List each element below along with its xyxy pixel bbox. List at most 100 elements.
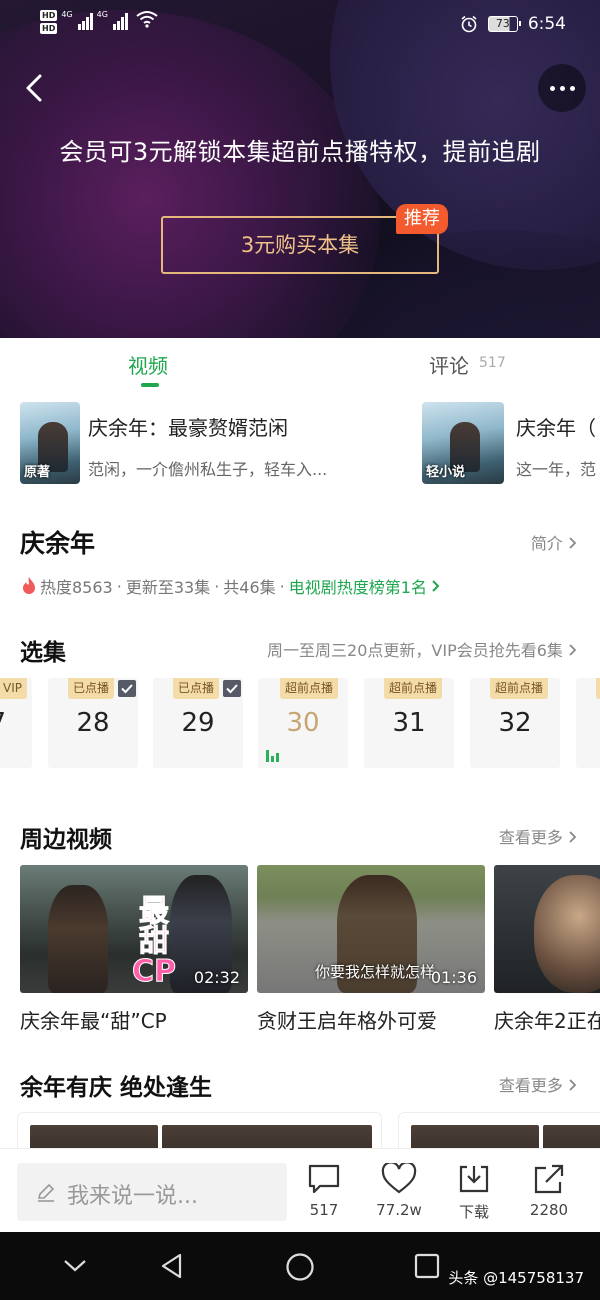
video-card[interactable]: 庆余年2正在 bbox=[494, 865, 600, 1034]
video-card[interactable]: 你要我怎样就怎样 01:36 贪财王启年格外可爱 bbox=[257, 865, 485, 1034]
related-book-card[interactable]: 轻小说 庆余年（ 这一年，范 bbox=[422, 402, 600, 484]
episode-badge: VIP bbox=[0, 678, 27, 699]
download-label: 下载 bbox=[458, 1203, 489, 1221]
schedule-text: 周一至周三20点更新，VIP会员抢先看6集 bbox=[267, 641, 563, 660]
video-duration: 02:32 bbox=[193, 968, 240, 987]
flame-icon bbox=[23, 577, 35, 594]
view-more-label: 查看更多 bbox=[498, 1076, 563, 1095]
alarm-icon bbox=[461, 15, 477, 33]
related-book-card[interactable]: 原著 庆余年：最豪赘婿范闲 范闲，一介儋州私生子，轻车入... bbox=[20, 402, 400, 484]
share-button[interactable]: 2280 bbox=[519, 1163, 579, 1219]
playing-icon bbox=[266, 748, 279, 762]
episode-badge: 已点播 bbox=[68, 678, 115, 699]
chevron-right-icon bbox=[569, 1079, 577, 1091]
total-episodes: 共46集 bbox=[223, 578, 276, 597]
bottom-action-bar: 我来说一说... 517 77.2w 下载 2280 bbox=[0, 1148, 600, 1232]
chevron-right-icon bbox=[569, 644, 577, 656]
nav-back-icon[interactable] bbox=[158, 1252, 186, 1280]
episode-number: 30 bbox=[286, 708, 320, 738]
dot-icon bbox=[549, 85, 555, 91]
tab-indicator bbox=[141, 383, 159, 387]
chevron-right-icon bbox=[432, 580, 440, 592]
network-type: 4G bbox=[61, 10, 73, 19]
book-title: 庆余年：最豪赘婿范闲 bbox=[88, 416, 288, 440]
comment-input[interactable]: 我来说一说... bbox=[17, 1163, 287, 1221]
view-more-link[interactable]: 查看更多 bbox=[499, 1072, 578, 1096]
tab-video[interactable]: 视频 bbox=[128, 350, 168, 379]
episode-item[interactable] bbox=[576, 678, 600, 768]
episode-item-current[interactable]: 超前点播 30 bbox=[258, 678, 348, 768]
nav-recents-icon[interactable] bbox=[414, 1253, 440, 1279]
intro-link[interactable]: 简介 bbox=[531, 530, 578, 554]
episode-item[interactable]: 已点播 29 bbox=[153, 678, 243, 768]
book-cover: 原著 bbox=[20, 402, 80, 484]
separator: · bbox=[116, 576, 122, 596]
wifi-icon bbox=[136, 11, 158, 28]
episode-item[interactable]: 超前点播 32 bbox=[470, 678, 560, 768]
unlock-promo-text: 会员可3元解锁本集超前点播特权，提前追剧 bbox=[59, 138, 541, 166]
heart-icon bbox=[381, 1163, 417, 1194]
thumbnail-caption: 最甜CP bbox=[132, 894, 177, 989]
comments-button[interactable]: 517 bbox=[294, 1163, 354, 1219]
check-icon bbox=[223, 680, 241, 697]
watermark: 头条 @145758137 bbox=[448, 1269, 584, 1287]
video-title: 贪财王启年格外可爱 bbox=[257, 1009, 437, 1033]
book-description: 这一年，范 bbox=[516, 460, 597, 479]
video-title: 庆余年最“甜”CP bbox=[20, 1009, 167, 1033]
view-more-label: 查看更多 bbox=[498, 828, 563, 847]
download-button[interactable]: 下载 bbox=[444, 1163, 504, 1222]
signal-icon bbox=[112, 10, 128, 30]
nearby-videos-heading: 周边视频 bbox=[20, 827, 112, 853]
show-title: 庆余年 bbox=[20, 529, 96, 558]
back-arrow-icon bbox=[26, 74, 42, 102]
share-count: 2280 bbox=[529, 1201, 569, 1219]
video-duration: 01:36 bbox=[430, 968, 477, 987]
section-heading: 余年有庆 绝处逢生 bbox=[20, 1075, 213, 1101]
recommend-badge: 推荐 bbox=[396, 204, 448, 234]
separator: · bbox=[279, 576, 285, 596]
system-nav-bar: 头条 @145758137 bbox=[0, 1232, 600, 1300]
episode-number: 31 bbox=[392, 708, 426, 738]
separator: · bbox=[214, 576, 220, 596]
check-icon bbox=[118, 680, 136, 697]
like-button[interactable]: 77.2w bbox=[369, 1163, 429, 1219]
share-icon bbox=[534, 1164, 564, 1194]
hd-indicator: HD bbox=[40, 10, 58, 21]
ranking-link[interactable]: 电视剧热度榜第1名 bbox=[289, 574, 427, 598]
episode-item[interactable]: VIP 7 bbox=[0, 678, 32, 768]
episode-number: 7 bbox=[0, 708, 6, 738]
episode-badge: 超前点播 bbox=[280, 678, 339, 699]
more-options-button[interactable] bbox=[538, 64, 586, 112]
dot-icon bbox=[569, 85, 575, 91]
dot-icon bbox=[559, 85, 565, 91]
episode-item[interactable]: 超前点播 31 bbox=[364, 678, 454, 768]
episodes-heading: 选集 bbox=[20, 640, 66, 666]
tab-bar: 视频 评论 517 bbox=[0, 338, 600, 390]
book-cover: 轻小说 bbox=[422, 402, 504, 484]
back-button[interactable] bbox=[18, 70, 54, 106]
nav-collapse-icon[interactable] bbox=[62, 1258, 88, 1274]
download-icon bbox=[459, 1165, 489, 1193]
view-more-link[interactable]: 查看更多 bbox=[499, 824, 578, 848]
video-card[interactable]: 最甜CP 02:32 庆余年最“甜”CP bbox=[20, 865, 248, 1034]
nav-home-icon[interactable] bbox=[285, 1252, 315, 1282]
episodes-schedule[interactable]: 周一至周三20点更新，VIP会员抢先看6集 bbox=[267, 637, 578, 661]
episode-badge: 已点播 bbox=[173, 678, 220, 699]
intro-label: 简介 bbox=[530, 534, 563, 553]
episode-item[interactable]: 已点播 28 bbox=[48, 678, 138, 768]
signal-icon bbox=[77, 10, 93, 30]
tab-comments[interactable]: 评论 bbox=[429, 350, 469, 379]
comment-count: 517 bbox=[479, 355, 506, 371]
status-bar: HD HD 4G 4G 73 6:54 bbox=[0, 0, 600, 50]
book-tag: 原著 bbox=[24, 465, 51, 480]
thumbnail-subtitle: 你要我怎样就怎样 bbox=[315, 963, 436, 981]
episode-badge: 超前点播 bbox=[384, 678, 443, 699]
pencil-icon bbox=[37, 1183, 55, 1202]
network-type: 4G bbox=[96, 10, 108, 19]
show-meta: 热度8563 · 更新至33集 · 共46集 · 电视剧热度榜第1名 bbox=[22, 574, 441, 598]
hd-indicator: HD bbox=[40, 23, 58, 34]
episode-badge: 超前点播 bbox=[490, 678, 549, 699]
video-thumbnail: 最甜CP 02:32 bbox=[20, 865, 248, 993]
update-status: 更新至33集 bbox=[125, 578, 211, 597]
comment-icon bbox=[308, 1164, 340, 1194]
